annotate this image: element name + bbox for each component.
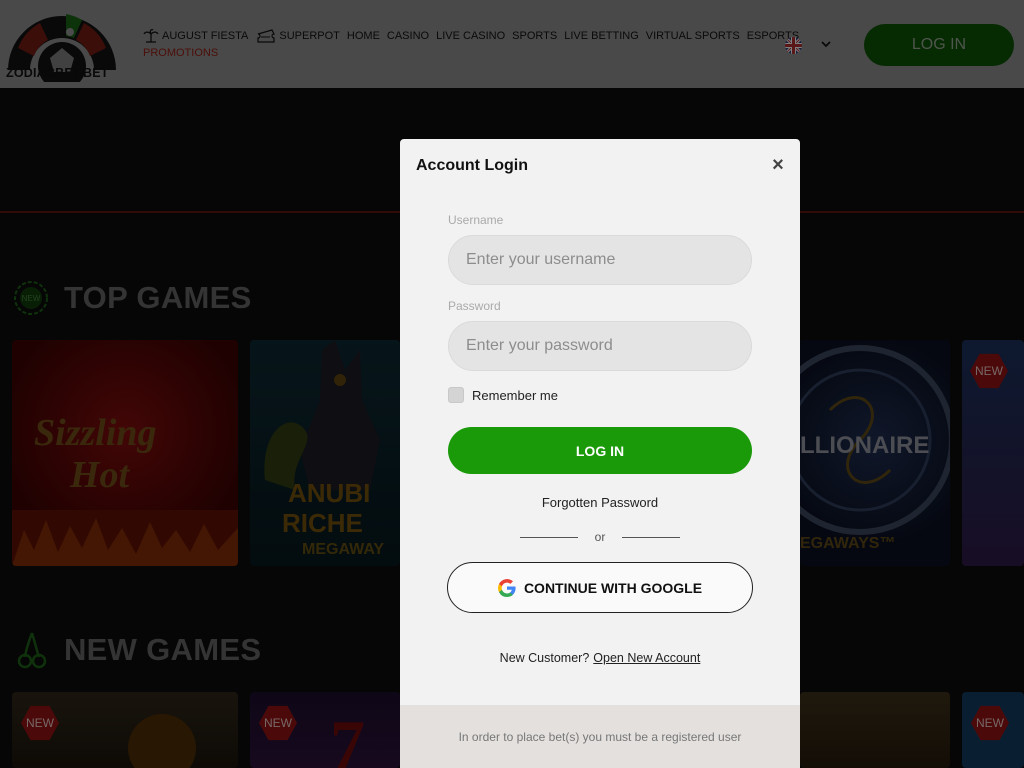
remember-me-checkbox[interactable]: [448, 387, 464, 403]
password-label: Password: [448, 299, 501, 313]
username-label: Username: [448, 213, 504, 227]
modal-title: Account Login: [416, 157, 528, 174]
google-icon: [497, 578, 516, 597]
login-modal: Account Login × Username Password Rememb…: [400, 139, 800, 768]
forgot-password-link[interactable]: Forgotten Password: [400, 495, 800, 510]
login-button[interactable]: LOG IN: [448, 427, 752, 474]
password-input[interactable]: [448, 321, 752, 371]
remember-me-label[interactable]: Remember me: [472, 388, 558, 403]
close-icon[interactable]: ×: [770, 155, 786, 175]
username-input[interactable]: [448, 235, 752, 285]
or-divider: or: [520, 530, 680, 544]
open-new-account-link[interactable]: Open New Account: [593, 651, 700, 665]
new-customer-text: New Customer?: [499, 651, 590, 665]
continue-with-google-button[interactable]: CONTINUE WITH GOOGLE: [447, 562, 753, 613]
google-button-label: CONTINUE WITH GOOGLE: [523, 579, 703, 596]
divider-line: [622, 537, 680, 538]
new-customer-row: New Customer? Open New Account: [400, 651, 800, 665]
modal-footer-notice: In order to place bet(s) you must be a r…: [400, 705, 800, 768]
